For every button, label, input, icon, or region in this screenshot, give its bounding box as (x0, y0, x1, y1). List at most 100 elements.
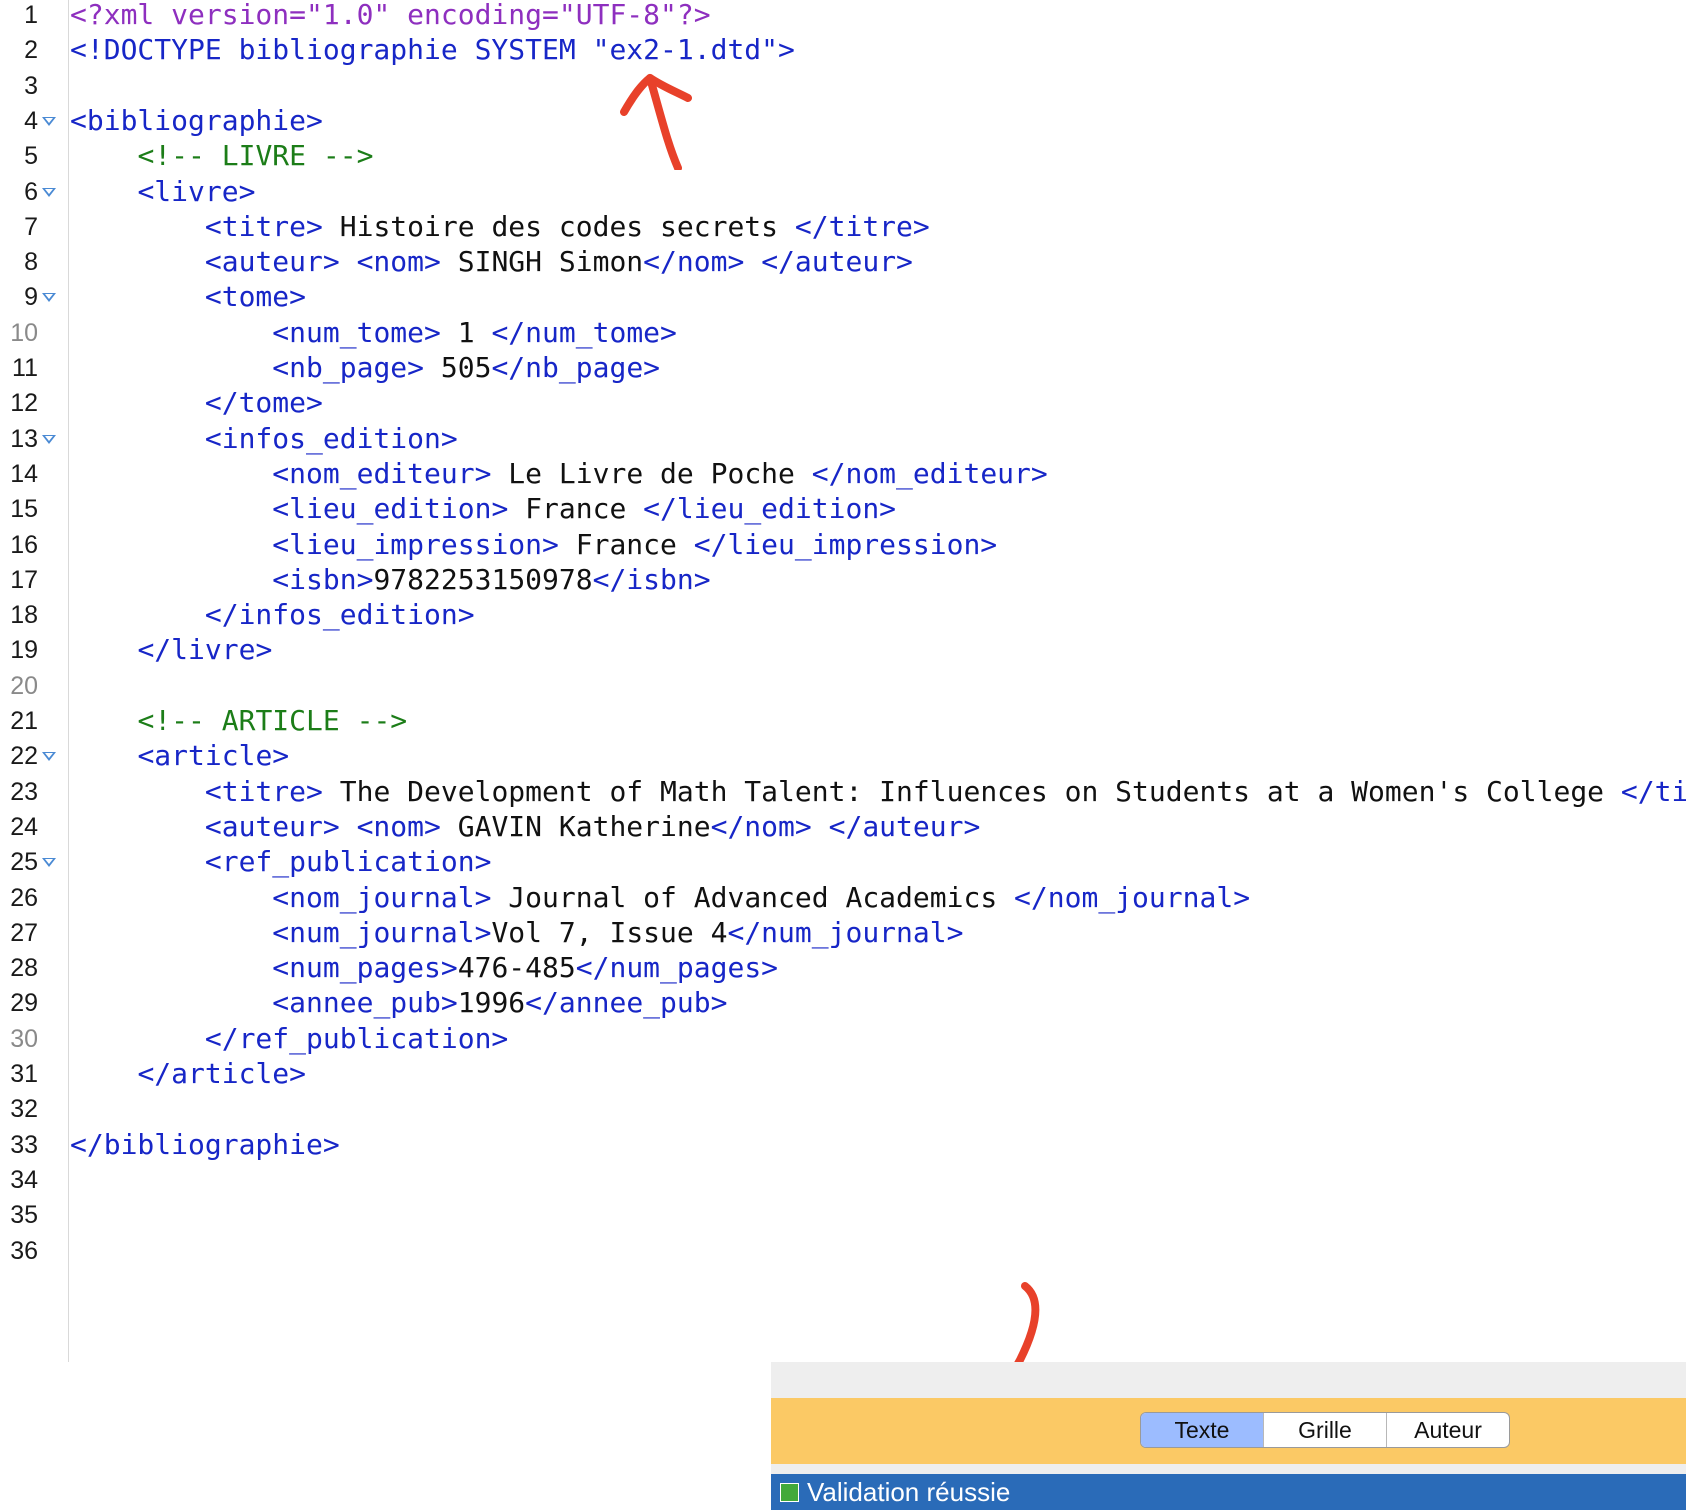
line-number: 2 (24, 36, 38, 65)
code-line[interactable]: 6 <livre> (0, 173, 1686, 211)
token-tag: <annee_pub> (272, 986, 458, 1020)
xml-editor[interactable]: 1 <?xml version="1.0" encoding="UTF-8"?> 2… (0, 0, 1686, 1370)
line-number: 5 (24, 142, 38, 171)
validation-status-text: Validation réussie (807, 1477, 1011, 1507)
bottom-panel: Texte Grille Auteur Validation réussie (771, 1362, 1686, 1510)
code-line[interactable]: 20 (0, 667, 1686, 705)
code-line[interactable]: 22 <article> (0, 737, 1686, 775)
code-line[interactable]: 36 (0, 1232, 1686, 1270)
fold-toggle-icon[interactable] (42, 858, 56, 868)
line-code: <num_pages>476-485</num_pages> (70, 949, 778, 987)
code-line[interactable]: 4 <bibliographie> (0, 102, 1686, 140)
code-line[interactable]: 18 </infos_edition> (0, 596, 1686, 634)
code-line[interactable]: 23 <titre> The Development of Math Talen… (0, 773, 1686, 811)
tab-grille[interactable]: Grille (1264, 1413, 1387, 1447)
code-line[interactable]: 1 <?xml version="1.0" encoding="UTF-8"?> (0, 0, 1686, 34)
code-line[interactable]: 30 </ref_publication> (0, 1020, 1686, 1058)
code-line[interactable]: 19 </livre> (0, 631, 1686, 669)
fold-toggle-icon[interactable] (42, 187, 56, 197)
token-tag: <num_journal> (272, 915, 492, 949)
fold-toggle-icon[interactable] (42, 116, 56, 126)
code-line[interactable]: 33 </bibliographie> (0, 1126, 1686, 1164)
code-line[interactable]: 26 <nom_journal> Journal of Advanced Aca… (0, 879, 1686, 917)
code-line[interactable]: 17 <isbn>9782253150978</isbn> (0, 561, 1686, 599)
token-txt: 476-485 (457, 951, 576, 985)
line-code: </livre> (70, 631, 272, 669)
line-number: 10 (10, 318, 38, 347)
code-line[interactable]: 21 <!-- ARTICLE --> (0, 702, 1686, 740)
line-number: 24 (10, 812, 38, 841)
code-line[interactable]: 12 </tome> (0, 384, 1686, 422)
line-number: 4 (24, 106, 38, 135)
token-txt: 505 (424, 351, 492, 384)
code-line[interactable]: 5 <!-- LIVRE --> (0, 137, 1686, 175)
token-tag: </num_journal> (727, 915, 964, 949)
token-txt: SINGH Simon (440, 245, 644, 279)
line-number: 7 (24, 212, 38, 241)
line-code: </tome> (70, 384, 323, 422)
line-number: 12 (10, 389, 38, 418)
token-txt: France (508, 492, 644, 526)
line-code: <auteur> <nom> SINGH Simon</nom> </auteu… (70, 243, 913, 281)
line-number: 29 (10, 989, 38, 1018)
code-line[interactable]: 25 <ref_publication> (0, 843, 1686, 881)
line-number: 30 (10, 1024, 38, 1053)
token-txt: 9782253150978 (373, 562, 593, 596)
line-number: 34 (10, 1165, 38, 1194)
fold-toggle-icon[interactable] (42, 434, 56, 444)
line-code: <isbn>9782253150978</isbn> (70, 561, 710, 599)
line-code: <titre> The Development of Math Talent: … (70, 773, 1686, 811)
code-line[interactable]: 24 <auteur> <nom> GAVIN Katherine</nom> … (0, 808, 1686, 846)
token-tag: </annee_pub> (525, 986, 728, 1020)
code-line[interactable]: 7 <titre> Histoire des codes secrets </t… (0, 208, 1686, 246)
code-line[interactable]: 2 <!DOCTYPE bibliographie SYSTEM "ex2-1.d… (0, 31, 1686, 69)
code-line[interactable]: 9 <tome> (0, 278, 1686, 316)
token-tag: </titre> (794, 209, 930, 243)
code-line[interactable]: 31 </article> (0, 1055, 1686, 1093)
token-tag: </lieu_impression> (693, 527, 998, 561)
code-line[interactable]: 27 <num_journal>Vol 7, Issue 4</num_jour… (0, 914, 1686, 952)
token-tag: </titre> (1620, 774, 1686, 808)
token-cmt: <!-- ARTICLE --> (137, 704, 408, 737)
code-line[interactable]: 10 <num_tome> 1 </num_tome> (0, 314, 1686, 352)
code-line[interactable]: 14 <nom_editeur> Le Livre de Poche </nom… (0, 455, 1686, 493)
token-txt: Vol 7, Issue 4 (491, 915, 728, 949)
line-code: </article> (70, 1055, 306, 1093)
tab-texte[interactable]: Texte (1141, 1413, 1264, 1447)
token-tag: <nom> (356, 809, 441, 843)
line-number: 20 (10, 671, 38, 700)
code-line[interactable]: 34 (0, 1161, 1686, 1199)
code-line[interactable]: 11 <nb_page> 505</nb_page> (0, 349, 1686, 387)
line-code: <infos_edition> (70, 420, 458, 458)
fold-toggle-icon[interactable] (42, 293, 56, 303)
fold-toggle-icon[interactable] (42, 752, 56, 762)
line-number: 22 (10, 742, 38, 771)
line-code: <nb_page> 505</nb_page> (70, 349, 660, 387)
code-line[interactable]: 8 <auteur> <nom> SINGH Simon</nom> </aut… (0, 243, 1686, 281)
code-line[interactable]: 32 (0, 1090, 1686, 1128)
token-tag: <tome> (204, 280, 307, 314)
code-line[interactable]: 35 (0, 1196, 1686, 1234)
token-txt: France (558, 527, 694, 561)
token-txt: 1 (440, 315, 492, 349)
code-line[interactable]: 29 <annee_pub>1996</annee_pub> (0, 984, 1686, 1022)
tab-auteur[interactable]: Auteur (1387, 1413, 1509, 1447)
code-line[interactable]: 13 <infos_edition> (0, 420, 1686, 458)
code-line[interactable]: 28 <num_pages>476-485</num_pages> (0, 949, 1686, 987)
line-code: </infos_edition> (70, 596, 475, 634)
token-tag: <nom> (356, 245, 441, 279)
token-tag: </nom> (643, 245, 745, 279)
token-tag: <ref_publication> (204, 845, 492, 879)
code-line[interactable]: 3 (0, 67, 1686, 105)
line-code: <bibliographie> (70, 102, 323, 140)
line-code: <livre> (70, 173, 255, 211)
code-line[interactable]: 15 <lieu_edition> France </lieu_edition> (0, 490, 1686, 528)
line-code: <titre> Histoire des codes secrets </tit… (70, 208, 930, 246)
code-line[interactable]: 16 <lieu_impression> France </lieu_impre… (0, 526, 1686, 564)
